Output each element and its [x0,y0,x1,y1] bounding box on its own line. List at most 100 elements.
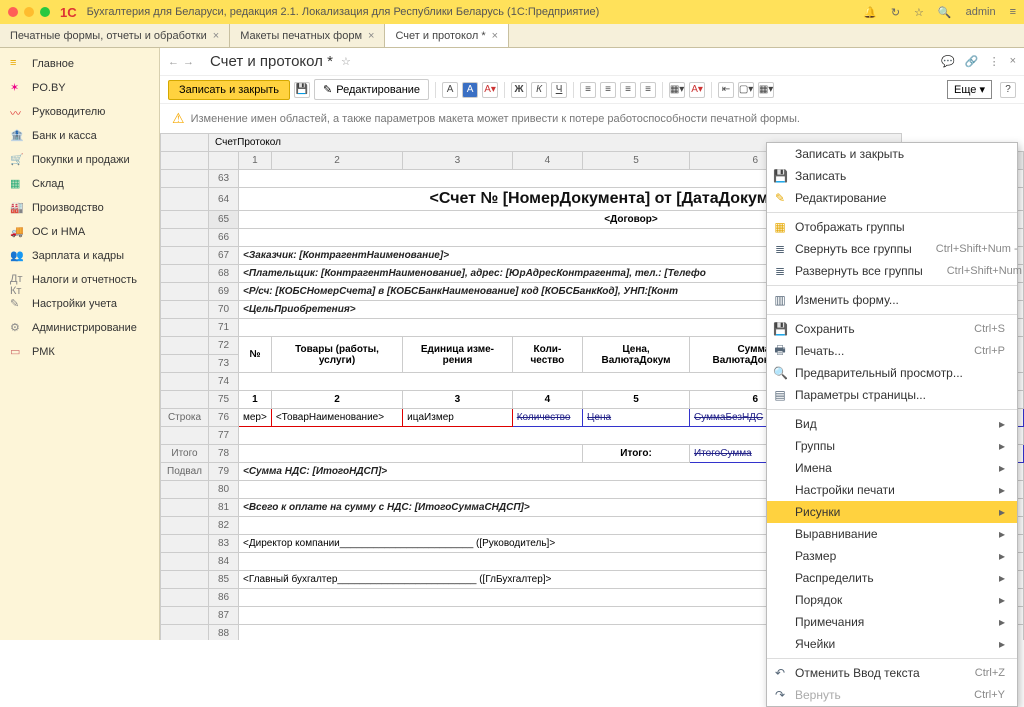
sidebar-icon: 🛒 [10,153,24,167]
submenu-arrow-icon: ▸ [999,417,1005,431]
tab[interactable]: Печатные формы, отчеты и обработки× [0,24,230,47]
edit-button[interactable]: ✎ Редактирование [314,79,429,100]
star-icon[interactable]: ☆ [914,6,924,19]
menu-item[interactable]: Ячейки▸ [767,633,1017,655]
align-left-icon[interactable]: ≡ [580,82,596,98]
menu-item[interactable]: Выравнивание▸ [767,523,1017,545]
font-color-icon[interactable]: A▾ [482,82,498,98]
nav-fwd-icon[interactable]: → [183,56,194,68]
merge-icon[interactable]: ▦▾ [758,82,774,98]
menu-item[interactable]: Настройки печати▸ [767,479,1017,501]
save-icon[interactable]: 💾 [294,82,310,98]
document-tabs: Печатные формы, отчеты и обработки×Макет… [0,24,1024,48]
sidebar-item[interactable]: 🚚ОС и НМА [0,220,159,244]
content-area: ← → Счет и протокол * ☆ 💬 🔗 ⋮ × Записать… [160,48,1024,640]
app-logo: 1С [60,5,77,20]
menu-item: ↷ВернутьCtrl+Y [767,684,1017,706]
sidebar-item[interactable]: ≡Главное [0,52,159,76]
menu-item[interactable]: ≣Свернуть все группыCtrl+Shift+Num - [767,238,1017,260]
sidebar-item[interactable]: ✶PO.BY [0,76,159,100]
minimize-window[interactable] [24,7,34,17]
align-right-icon[interactable]: ≡ [620,82,636,98]
submenu-arrow-icon: ▸ [999,461,1005,475]
menu-icon[interactable]: ≡ [1010,6,1016,18]
bg-icon[interactable]: ▦▾ [669,82,685,98]
help-button[interactable]: ? [1000,82,1016,98]
sidebar-item[interactable]: ⚙Администрирование [0,316,159,340]
menu-item[interactable]: Порядок▸ [767,589,1017,611]
fav-icon[interactable]: ☆ [341,55,351,68]
sidebar-icon: 〰 [10,105,24,119]
sidebar-item[interactable]: 🏭Производство [0,196,159,220]
menu-item[interactable]: 💾СохранитьCtrl+S [767,318,1017,340]
tab[interactable]: Макеты печатных форм× [230,24,385,47]
sidebar-icon: ✶ [10,81,24,95]
text-color2-icon[interactable]: A▾ [689,82,705,98]
tab[interactable]: Счет и протокол *× [385,24,509,47]
fill-icon[interactable]: A [462,82,478,98]
menu-item[interactable]: 💾Записать [767,165,1017,187]
menu-item[interactable]: ▦Отображать группы [767,216,1017,238]
more-menu[interactable]: Записать и закрыть💾Записать✎Редактирован… [766,142,1018,707]
sidebar-icon: 👥 [10,249,24,263]
more-icon[interactable]: ⋮ [989,55,1000,68]
menu-item[interactable]: ▤Параметры страницы... [767,384,1017,406]
underline-icon[interactable]: Ч [551,82,567,98]
save-close-button[interactable]: Записать и закрыть [168,80,290,100]
sidebar-icon: 🏦 [10,129,24,143]
tab-close-icon[interactable]: × [213,30,219,42]
menu-item[interactable]: ▥Изменить форму... [767,289,1017,311]
menu-item[interactable]: Примечания▸ [767,611,1017,633]
more-button[interactable]: Еще ▾ [947,80,992,99]
link-icon[interactable]: 🔗 [965,55,979,68]
sidebar-item[interactable]: 👥Зарплата и кадры [0,244,159,268]
sidebar-item[interactable]: 〰Руководителю [0,100,159,124]
warning-icon: ⚠ [172,110,185,127]
window-controls[interactable] [8,7,50,17]
menu-item[interactable]: 🖶Печать...Ctrl+P [767,340,1017,362]
sidebar-item[interactable]: ▭РМК [0,340,159,364]
tab-close-icon[interactable]: × [492,30,498,42]
menu-item[interactable]: Имена▸ [767,457,1017,479]
toolbar: Записать и закрыть 💾 ✎ Редактирование A … [160,76,1024,104]
bell-icon[interactable]: 🔔 [863,6,877,19]
tab-close-icon[interactable]: × [368,30,374,42]
menu-item[interactable]: Группы▸ [767,435,1017,457]
history-icon[interactable]: ↻ [891,6,900,19]
sidebar-icon: ✎ [10,297,24,311]
italic-icon[interactable]: К [531,82,547,98]
sidebar-item[interactable]: 🏦Банк и касса [0,124,159,148]
border-icon[interactable]: ▢▾ [738,82,754,98]
menu-item[interactable]: Рисунки▸ [767,501,1017,523]
bold-icon[interactable]: Ж [511,82,527,98]
menu-item[interactable]: ↶Отменить Ввод текстаCtrl+Z [767,662,1017,684]
sidebar-icon: ▭ [10,345,24,359]
close-window[interactable] [8,7,18,17]
menu-icon: 🔍 [773,366,787,380]
menu-item[interactable]: ✎Редактирование [767,187,1017,209]
menu-icon: ✎ [773,191,787,205]
menu-item[interactable]: Распределить▸ [767,567,1017,589]
edit-label: Редактирование [336,84,420,96]
sidebar-item[interactable]: ✎Настройки учета [0,292,159,316]
menu-item[interactable]: 🔍Предварительный просмотр... [767,362,1017,384]
menu-item[interactable]: Записать и закрыть [767,143,1017,165]
menu-item[interactable]: Вид▸ [767,413,1017,435]
indent-dec-icon[interactable]: ⇤ [718,82,734,98]
close-content-icon[interactable]: × [1010,55,1016,68]
menu-item[interactable]: Размер▸ [767,545,1017,567]
menu-item[interactable]: ≣Развернуть все группыCtrl+Shift+Num + [767,260,1017,282]
font-icon[interactable]: A [442,82,458,98]
sidebar-item[interactable]: 🛒Покупки и продажи [0,148,159,172]
discuss-icon[interactable]: 💬 [941,55,955,68]
maximize-window[interactable] [40,7,50,17]
menu-icon: ▦ [773,220,787,234]
search-icon[interactable]: 🔍 [938,6,952,19]
align-justify-icon[interactable]: ≡ [640,82,656,98]
nav-back-icon[interactable]: ← [168,56,179,68]
align-center-icon[interactable]: ≡ [600,82,616,98]
user-label[interactable]: admin [966,6,996,18]
sidebar-item[interactable]: ▦Склад [0,172,159,196]
submenu-arrow-icon: ▸ [999,549,1005,563]
sidebar-item[interactable]: Дт КтНалоги и отчетность [0,268,159,292]
